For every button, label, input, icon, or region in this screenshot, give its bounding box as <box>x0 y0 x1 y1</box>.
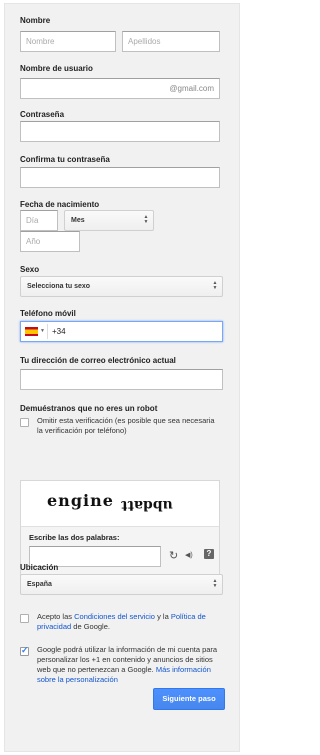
audio-icon[interactable]: ◀) <box>185 551 193 559</box>
location-label: Ubicación <box>20 563 59 572</box>
current-email-label: Tu dirección de correo electrónico actua… <box>20 356 176 365</box>
gender-label: Sexo <box>20 265 40 274</box>
gmail-suffix: @gmail.com <box>169 84 214 93</box>
select-arrows-icon: ▲ ▼ <box>212 280 218 291</box>
captcha-word-1: engine <box>47 491 114 510</box>
username-input[interactable]: @gmail.com <box>20 78 220 99</box>
birth-month-select[interactable]: Mes ▲ ▼ <box>64 210 154 231</box>
country-dropdown-icon[interactable]: ▼ <box>40 322 45 341</box>
refresh-icon[interactable]: ↻ <box>169 549 178 562</box>
select-arrows-icon: ▲ ▼ <box>212 578 218 589</box>
help-icon[interactable]: ? <box>204 549 214 559</box>
terms-of-service-link[interactable]: Condiciones del servicio <box>74 612 155 621</box>
name-label: Nombre <box>20 16 51 25</box>
spain-flag-icon[interactable] <box>25 327 38 336</box>
confirm-password-label: Confirma tu contraseña <box>20 155 110 164</box>
current-email-input[interactable] <box>20 369 223 390</box>
terms-checkbox[interactable] <box>20 614 29 623</box>
gender-value: Selecciona tu sexo <box>27 283 91 290</box>
divider <box>47 324 48 339</box>
personalize-text: Google podrá utilizar la información de … <box>37 645 218 684</box>
birthdate-label: Fecha de nacimiento <box>20 200 100 209</box>
birth-year-input[interactable]: Año <box>20 231 80 252</box>
gender-select[interactable]: Selecciona tu sexo ▲ ▼ <box>20 276 223 297</box>
phone-input[interactable]: ▼ +34 <box>20 321 223 342</box>
birth-month-value: Mes <box>71 217 85 224</box>
confirm-password-input[interactable] <box>20 167 220 188</box>
personalize-checkbox[interactable]: ✓ <box>20 645 29 656</box>
captcha-word-2: ubdatt <box>121 497 173 513</box>
phone-label: Teléfono móvil <box>20 309 76 318</box>
location-select[interactable]: España ▲ ▼ <box>20 574 223 595</box>
checkmark-icon: ✓ <box>21 645 29 655</box>
next-step-button[interactable]: Siguiente paso <box>153 688 225 710</box>
captcha-prompt: Escribe las dos palabras: <box>29 533 120 542</box>
select-arrows-icon: ▲ ▼ <box>143 214 149 225</box>
terms-text: Acepto las Condiciones del servicio y la… <box>37 612 206 631</box>
first-name-input[interactable]: Nombre <box>20 31 116 52</box>
birth-day-input[interactable]: Día <box>20 210 58 231</box>
skip-verification-text: Omitir esta verificación (es posible que… <box>37 416 215 435</box>
password-label: Contraseña <box>20 110 65 119</box>
robot-label: Demuéstranos que no eres un robot <box>20 404 158 413</box>
country-code: +34 <box>52 327 66 336</box>
last-name-input[interactable]: Apellidos <box>122 31 220 52</box>
skip-verification-checkbox[interactable] <box>20 418 29 427</box>
location-value: España <box>27 581 52 588</box>
username-label: Nombre de usuario <box>20 64 93 73</box>
password-input[interactable] <box>20 121 220 142</box>
